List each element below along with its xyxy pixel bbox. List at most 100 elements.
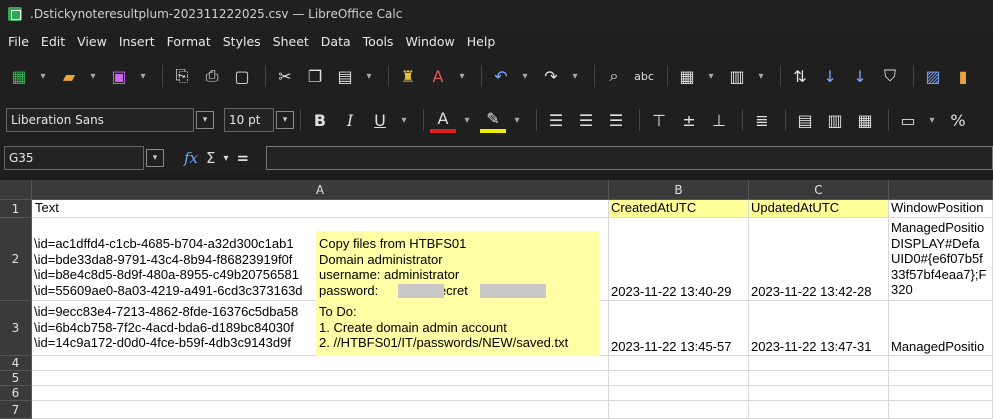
chevron-down-icon[interactable]: ▾: [86, 63, 100, 89]
insert-chart-icon[interactable]: ▮: [950, 63, 976, 89]
wrap-text-icon[interactable]: ≣: [749, 107, 775, 133]
cell-b7[interactable]: [609, 401, 749, 419]
cell-c4[interactable]: [749, 356, 889, 371]
cell-c3[interactable]: 2023-11-22 13:47-31: [749, 301, 889, 356]
cell-a1[interactable]: Text: [32, 200, 609, 218]
currency-format-icon[interactable]: ▭: [895, 107, 921, 133]
formula-equals-icon[interactable]: =: [237, 149, 250, 167]
print-preview-icon[interactable]: ▢: [229, 63, 255, 89]
cell-d2[interactable]: ManagedPositio DISPLAY#Defa UID0#{e6f07b…: [889, 218, 993, 301]
cell-d4[interactable]: [889, 356, 993, 371]
menu-insert[interactable]: Insert: [113, 34, 161, 49]
spelling-icon[interactable]: abc: [631, 63, 657, 89]
row-header-5[interactable]: 5: [0, 371, 32, 386]
cell-c6[interactable]: [749, 386, 889, 401]
menu-sheet[interactable]: Sheet: [267, 34, 315, 49]
menu-data[interactable]: Data: [315, 34, 357, 49]
cell-b1[interactable]: CreatedAtUTC: [609, 200, 749, 218]
underline-button[interactable]: U: [367, 107, 393, 133]
column-header-b[interactable]: B: [609, 180, 749, 200]
chevron-down-icon[interactable]: ▾: [704, 63, 718, 89]
sort-descending-icon[interactable]: ↓: [847, 63, 873, 89]
align-center-icon[interactable]: ☰: [573, 107, 599, 133]
cell-b2[interactable]: 2023-11-22 13:40-29: [609, 218, 749, 301]
row-header-2[interactable]: 2: [0, 218, 32, 301]
bold-button[interactable]: B: [307, 107, 333, 133]
chevron-down-icon[interactable]: ▾: [510, 107, 524, 133]
sort-ascending-icon[interactable]: ↓: [817, 63, 843, 89]
cell-b5[interactable]: [609, 371, 749, 386]
name-box-dropdown-icon[interactable]: ▾: [146, 149, 164, 167]
cell-c5[interactable]: [749, 371, 889, 386]
align-top-icon[interactable]: ⊤: [646, 107, 672, 133]
cell-d7[interactable]: [889, 401, 993, 419]
column-header-c[interactable]: C: [749, 180, 889, 200]
cell-d5[interactable]: [889, 371, 993, 386]
row-header-1[interactable]: 1: [0, 200, 32, 218]
cell-c2[interactable]: 2023-11-22 13:42-28: [749, 218, 889, 301]
sort-icon[interactable]: ⇅: [787, 63, 813, 89]
copy-icon[interactable]: ❐: [302, 63, 328, 89]
menu-tools[interactable]: Tools: [357, 34, 400, 49]
cell-b3[interactable]: 2023-11-22 13:45-57: [609, 301, 749, 356]
cell-d1[interactable]: WindowPosition: [889, 200, 993, 218]
chevron-down-icon[interactable]: ▾: [460, 107, 474, 133]
menu-window[interactable]: Window: [399, 34, 460, 49]
font-name-box[interactable]: Liberation Sans: [6, 108, 194, 132]
menu-format[interactable]: Format: [161, 34, 217, 49]
cell-d3[interactable]: ManagedPositio: [889, 301, 993, 356]
row-header-3[interactable]: 3: [0, 301, 32, 356]
column-header-a[interactable]: A: [32, 180, 609, 200]
cell-b4[interactable]: [609, 356, 749, 371]
chevron-down-icon[interactable]: ▾: [518, 63, 532, 89]
align-middle-icon[interactable]: ±: [676, 107, 702, 133]
cell-c7[interactable]: [749, 401, 889, 419]
undo-icon[interactable]: ↶: [488, 63, 514, 89]
sum-icon[interactable]: Σ: [206, 149, 215, 167]
chevron-down-icon[interactable]: ▾: [397, 107, 411, 133]
unmerge-cells-icon[interactable]: ▥: [822, 107, 848, 133]
menu-view[interactable]: View: [71, 34, 113, 49]
chevron-down-icon[interactable]: ▾: [362, 63, 376, 89]
open-folder-icon[interactable]: ▰: [56, 63, 82, 89]
cell-a5[interactable]: [32, 371, 609, 386]
font-name-dropdown-icon[interactable]: ▾: [196, 111, 214, 129]
percent-format-button[interactable]: %: [945, 107, 971, 133]
column-icon[interactable]: ▥: [724, 63, 750, 89]
select-all-corner[interactable]: [0, 180, 32, 200]
cell-b6[interactable]: [609, 386, 749, 401]
chevron-down-icon[interactable]: ▾: [36, 63, 50, 89]
new-document-icon[interactable]: ▦: [6, 63, 32, 89]
clone-formatting-icon[interactable]: ♜: [395, 63, 421, 89]
font-size-dropdown-icon[interactable]: ▾: [276, 111, 294, 129]
menu-file[interactable]: File: [2, 34, 35, 49]
clear-formatting-icon[interactable]: A: [425, 63, 451, 89]
align-right-icon[interactable]: ☰: [603, 107, 629, 133]
row-header-4[interactable]: 4: [0, 356, 32, 371]
row-header-6[interactable]: 6: [0, 386, 32, 401]
cell-c1[interactable]: UpdatedAtUTC: [749, 200, 889, 218]
chevron-down-icon[interactable]: ▾: [455, 63, 469, 89]
merge-cells-icon[interactable]: ▤: [792, 107, 818, 133]
font-size-box[interactable]: 10 pt: [224, 108, 274, 132]
print-icon[interactable]: ⎙: [199, 63, 225, 89]
align-left-icon[interactable]: ☰: [543, 107, 569, 133]
find-replace-icon[interactable]: ⌕: [601, 63, 627, 89]
cell-a7[interactable]: [32, 401, 609, 419]
function-wizard-icon[interactable]: fx: [184, 149, 198, 167]
paste-icon[interactable]: ▤: [332, 63, 358, 89]
align-bottom-icon[interactable]: ⊥: [706, 107, 732, 133]
formula-input[interactable]: [266, 146, 993, 170]
menu-styles[interactable]: Styles: [217, 34, 267, 49]
cell-a6[interactable]: [32, 386, 609, 401]
save-icon[interactable]: ▣: [106, 63, 132, 89]
menu-edit[interactable]: Edit: [35, 34, 71, 49]
name-box[interactable]: G35: [4, 146, 144, 170]
autofilter-icon[interactable]: ⛉: [877, 63, 903, 89]
highlight-color-icon[interactable]: ✎: [480, 107, 506, 133]
cell-d6[interactable]: [889, 386, 993, 401]
insert-image-icon[interactable]: ▨: [920, 63, 946, 89]
cell-a4[interactable]: [32, 356, 609, 371]
column-header-d[interactable]: [889, 180, 993, 200]
chevron-down-icon[interactable]: ▾: [754, 63, 768, 89]
